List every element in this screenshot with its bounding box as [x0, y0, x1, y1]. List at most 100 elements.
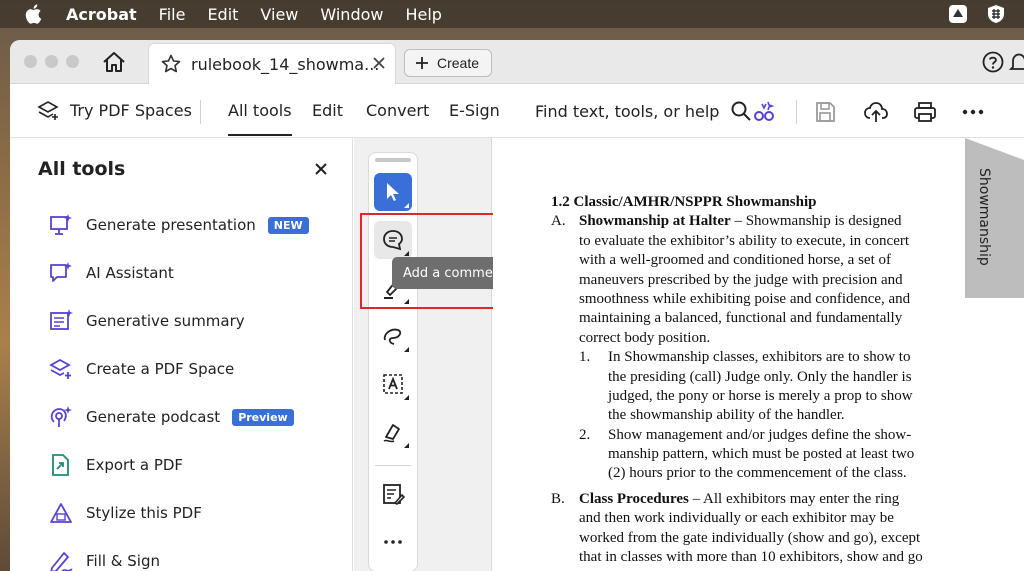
bookmark-tab[interactable] [965, 138, 1024, 298]
menu-view[interactable]: View [260, 5, 298, 24]
presentation-icon [48, 212, 74, 238]
tool-generative-summary[interactable]: Generative summary [48, 308, 245, 334]
sign-tool-button[interactable] [374, 413, 412, 451]
line-text: worked from the gate individually (show … [579, 529, 921, 546]
add-text-button[interactable] [374, 365, 412, 403]
rail-separator [375, 465, 411, 466]
close-tab-icon[interactable] [371, 55, 387, 71]
home-icon[interactable] [101, 49, 127, 75]
rail-more-button[interactable] [374, 523, 412, 561]
create-button-label: Create [437, 55, 480, 71]
edit-tool-button[interactable] [374, 475, 412, 513]
line-text: smoothness while exhibiting poise and co… [579, 290, 911, 307]
ai-assistant-toolbar-icon[interactable] [752, 100, 776, 124]
save-icon[interactable] [813, 100, 837, 124]
tool-label: Generate podcast [86, 408, 221, 426]
pdf-document-page[interactable]: Showmanship 1.2 Classic/AMHR/NSPPR Showm… [493, 138, 1024, 571]
line-text: maneuvers prescribed by the judge with p… [579, 271, 903, 288]
line-text: 1.2 Classic/AMHR/NSPPR Showmanship [551, 194, 817, 210]
menu-file[interactable]: File [159, 5, 186, 24]
ai-assistant-icon [48, 260, 74, 286]
tab-convert[interactable]: Convert [366, 101, 429, 120]
notifications-bell-icon[interactable] [1008, 51, 1024, 73]
section-heading: Class Procedures [579, 490, 689, 507]
tool-generate-podcast[interactable]: Generate podcast Preview [48, 404, 294, 430]
tool-label: Fill & Sign [86, 552, 160, 570]
main-toolbar: Try PDF Spaces All tools Edit Convert E-… [10, 84, 1024, 138]
minimize-window-button[interactable] [45, 55, 58, 68]
list-marker: 1. [579, 349, 591, 366]
close-window-button[interactable] [24, 55, 37, 68]
section-heading: Showmanship at Halter [579, 213, 731, 230]
try-pdf-spaces-button[interactable]: Try PDF Spaces [36, 99, 192, 123]
star-icon[interactable] [161, 54, 181, 74]
quick-tools-area [354, 138, 492, 571]
close-panel-icon[interactable] [314, 162, 328, 176]
line-text: (2) hours prior to the commencement of t… [608, 465, 907, 482]
tab-esign[interactable]: E-Sign [449, 101, 500, 120]
status-eject-icon[interactable] [948, 4, 968, 24]
list-marker: 2. [579, 426, 591, 443]
status-shield-icon[interactable] [986, 4, 1006, 24]
print-icon[interactable] [913, 100, 937, 124]
summary-icon [48, 308, 74, 334]
document-line: 1. In Showmanship classes, exhibitors are… [551, 348, 951, 367]
tool-generate-presentation[interactable]: Generate presentation NEW [48, 212, 309, 238]
tab-edit[interactable]: Edit [312, 101, 343, 120]
menu-app-name[interactable]: Acrobat [66, 5, 137, 24]
menu-edit[interactable]: Edit [207, 5, 238, 24]
tool-export-pdf[interactable]: Export a PDF [48, 452, 183, 478]
more-options-icon[interactable] [961, 100, 985, 124]
document-line: with a well-groomed and conditioned hors… [551, 251, 951, 270]
line-text: In Showmanship classes, exhibitors are t… [608, 349, 911, 366]
bookmark-tab-label: Showmanship [976, 168, 992, 266]
apple-icon[interactable] [22, 3, 44, 25]
rail-drag-handle[interactable] [375, 158, 411, 162]
document-line: A. Showmanship at Halter – Showmanship is… [551, 212, 951, 231]
document-line: manship pattern, which must be posted at… [551, 445, 951, 464]
find-tools-search[interactable]: Find text, tools, or help [535, 101, 752, 121]
select-tool-button[interactable] [374, 173, 412, 211]
plus-icon [416, 57, 428, 69]
pdf-space-icon [48, 356, 74, 382]
stylize-icon [48, 500, 74, 526]
tool-fill-sign[interactable]: Fill & Sign [48, 548, 160, 571]
tool-label: Create a PDF Space [86, 360, 235, 378]
document-line: 2. Show management and/or judges define t… [551, 426, 951, 445]
draw-tool-button[interactable] [374, 317, 412, 355]
search-label: Find text, tools, or help [535, 101, 720, 121]
line-text: Show management and/or judges define the… [608, 426, 912, 443]
acrobat-window: rulebook_14_showma... Create Try PDF Spa… [10, 40, 1024, 571]
tool-label: Generate presentation [86, 216, 256, 234]
search-icon [731, 101, 752, 121]
fill-sign-icon [48, 548, 74, 571]
menu-bar: Acrobat File Edit View Window Help [0, 0, 1024, 28]
create-button[interactable]: Create [404, 49, 493, 77]
document-text: 1.2 Classic/AMHR/NSPPR Showmanship A. Show… [551, 193, 951, 567]
line-text: – Showmanship is designed [730, 213, 902, 230]
line-text: and then work individually or each exhib… [579, 510, 894, 527]
tool-ai-assistant[interactable]: AI Assistant [48, 260, 174, 286]
document-line: maneuvers prescribed by the judge with p… [551, 271, 951, 290]
line-text: maintaining a balanced, functional and f… [579, 310, 903, 327]
edit-document-icon [383, 484, 405, 505]
document-line: that in classes with more than 10 exhibi… [551, 548, 951, 567]
line-text: the presiding (call) Judge only. Only th… [608, 368, 912, 385]
tool-stylize-pdf[interactable]: Stylize this PDF [48, 500, 202, 526]
zoom-window-button[interactable] [66, 55, 79, 68]
list-marker: A. [551, 213, 566, 230]
document-tab[interactable]: rulebook_14_showma... [148, 43, 396, 84]
cursor-arrow-icon [387, 183, 399, 201]
tool-create-pdf-space[interactable]: Create a PDF Space [48, 356, 234, 382]
line-text: – All exhibitors may enter the ring [688, 490, 900, 507]
menu-help[interactable]: Help [405, 5, 441, 24]
cloud-upload-icon[interactable] [863, 100, 888, 124]
document-line: the showmanship ability of the handler. [551, 406, 951, 425]
document-tab-title: rulebook_14_showma... [191, 54, 380, 74]
menu-window[interactable]: Window [320, 5, 383, 24]
help-icon[interactable] [982, 51, 1004, 73]
toolbar-divider [200, 100, 201, 124]
document-line: correct body position. [551, 329, 951, 348]
document-line: B. Class Procedures – All exhibitors may … [551, 490, 951, 509]
tab-all-tools[interactable]: All tools [228, 101, 292, 136]
